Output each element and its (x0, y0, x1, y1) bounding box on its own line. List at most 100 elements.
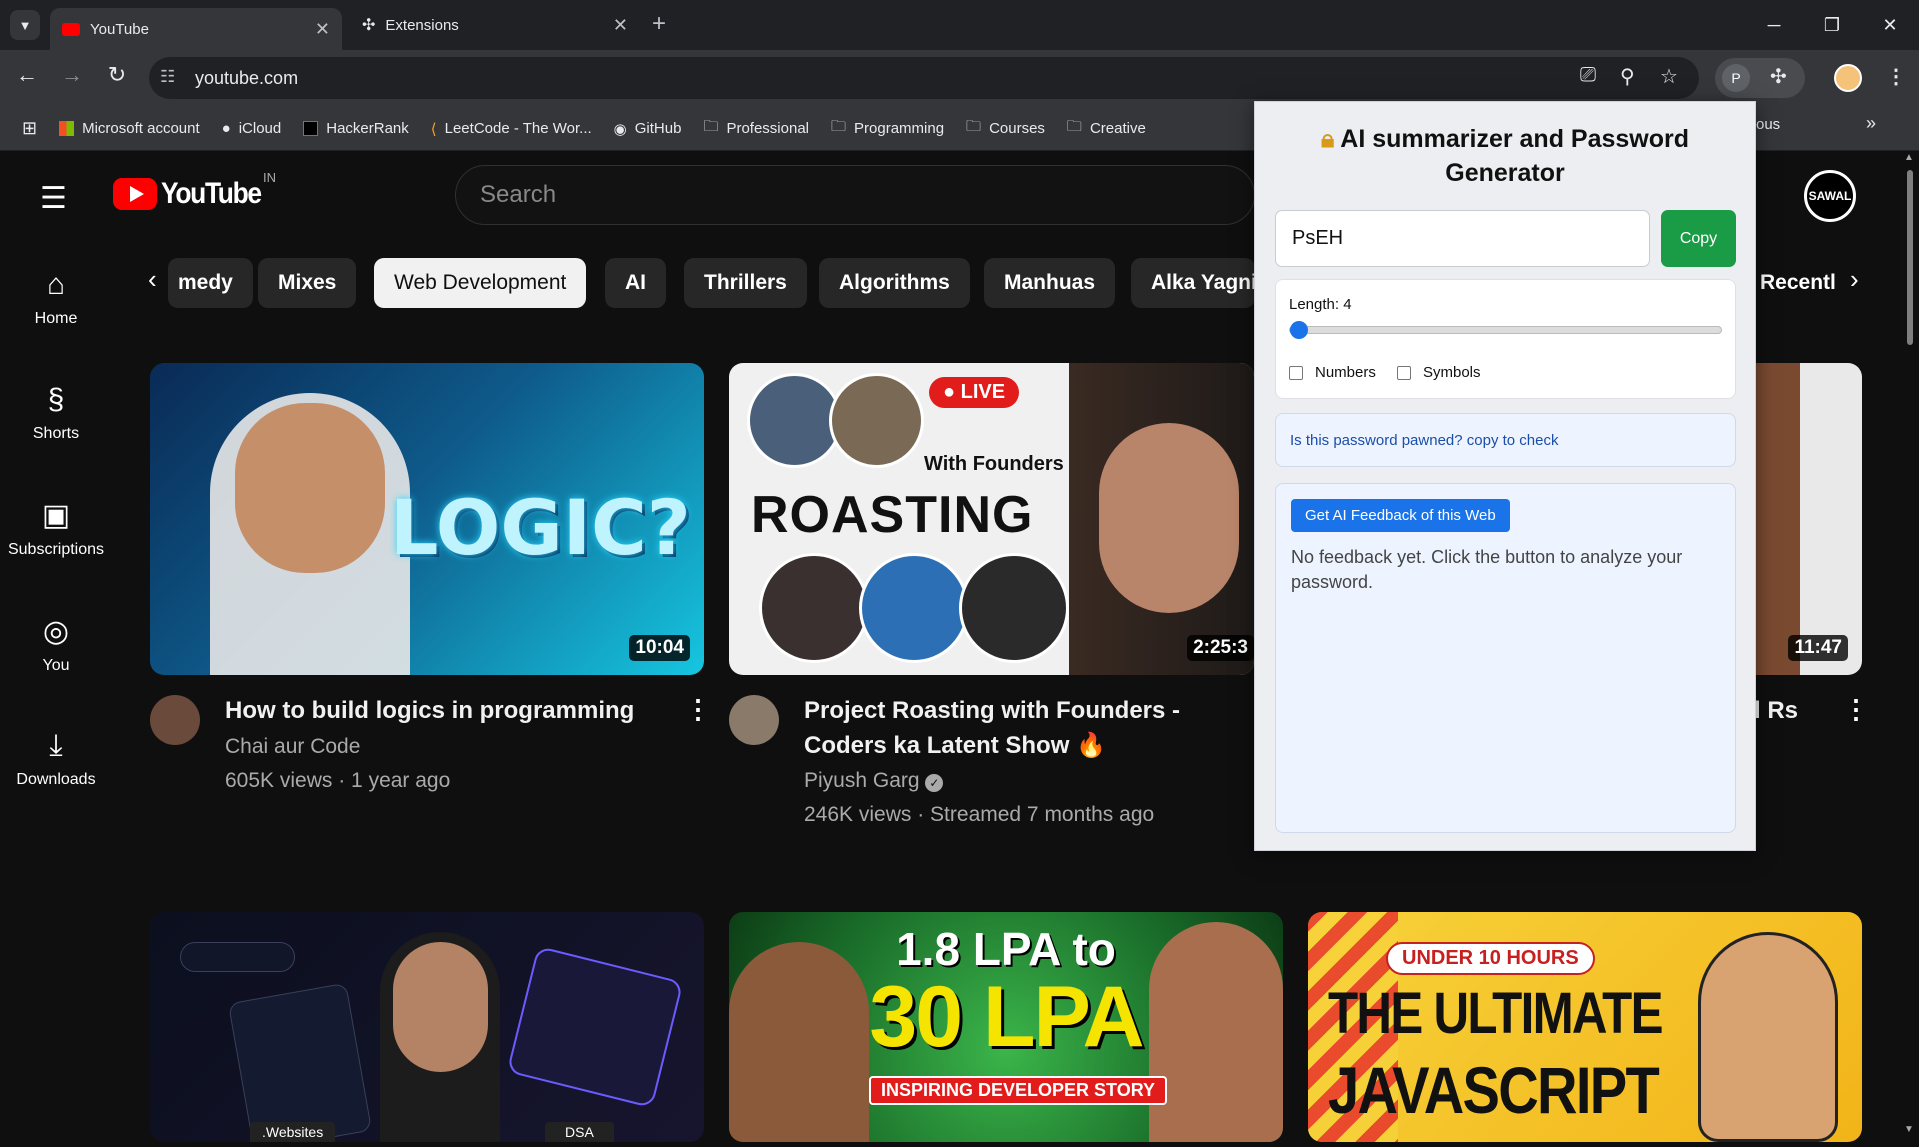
extension-button[interactable]: P (1722, 64, 1750, 92)
subscriptions-icon: ▣ (41, 499, 71, 532)
chip-algorithms[interactable]: Algorithms (819, 258, 970, 308)
sidebar-item-subscriptions[interactable]: ▣ Subscriptions (0, 498, 112, 559)
channel-avatar[interactable] (729, 695, 779, 745)
puzzle-icon: ✣ (362, 17, 376, 34)
bookmark-label: Courses (989, 120, 1045, 137)
chevron-right-icon[interactable]: › (1850, 264, 1859, 295)
bookmark-star-icon[interactable]: ☆ (1660, 64, 1678, 89)
youtube-icon (62, 22, 80, 36)
minimize-icon[interactable]: ─ (1745, 15, 1803, 36)
bookmark-leetcode[interactable]: ⟨ LeetCode - The Wor... (431, 120, 592, 138)
address-bar[interactable]: youtube.com (149, 57, 1699, 99)
back-icon[interactable]: ← (10, 62, 44, 88)
video-thumbnail[interactable]: UNDER 10 HOURS THE ULTIMATE JAVASCRIPT (1308, 912, 1862, 1142)
forward-icon[interactable]: → (55, 62, 89, 88)
participant-avatar (747, 373, 842, 468)
chip-thrillers[interactable]: Thrillers (684, 258, 807, 308)
checkbox-label: Numbers (1315, 364, 1376, 381)
symbols-checkbox[interactable]: Symbols (1397, 364, 1481, 381)
tab-youtube[interactable]: YouTube ✕ (50, 8, 342, 50)
founder-face (1099, 423, 1239, 613)
bookmark-professional[interactable]: 🗀 Professional (703, 116, 809, 141)
menu-dots-icon[interactable]: ⋮ (1886, 64, 1906, 89)
sidebar-item-downloads[interactable]: ⤓ Downloads (0, 729, 112, 789)
new-tab-button[interactable]: + (652, 10, 666, 38)
video-thumbnail[interactable]: LOGIC? 10:04 (150, 363, 704, 675)
sidebar-item-you[interactable]: ◎ You (0, 614, 112, 675)
sidebar-item-label: Downloads (16, 771, 96, 788)
profile-avatar[interactable] (1834, 64, 1862, 92)
password-field[interactable]: PsEH (1275, 210, 1650, 267)
region-code: IN (263, 170, 276, 185)
restore-icon[interactable]: ❐ (1803, 15, 1861, 36)
feedback-text: No feedback yet. Click the button to ana… (1291, 547, 1683, 592)
youtube-logo[interactable]: YouTube (113, 177, 274, 211)
scrollbar-thumb[interactable] (1907, 170, 1913, 345)
thumbnail-text: ROASTING (751, 486, 1034, 544)
ai-feedback-button[interactable]: Get AI Feedback of this Web (1291, 499, 1510, 532)
tab-extensions[interactable]: ✣ Extensions ✕ (350, 8, 640, 42)
sidebar-item-shorts[interactable]: § Shorts (0, 383, 112, 443)
chip-mixes[interactable]: Mixes (258, 258, 357, 308)
hamburger-menu-icon[interactable]: ☰ (40, 181, 67, 216)
chip-label: Recentl (1760, 271, 1836, 294)
video-title[interactable]: Project Roasting with Founders - (804, 693, 1180, 728)
zoom-icon[interactable]: ⚲ (1620, 64, 1635, 89)
sidebar-item-home[interactable]: ⌂ Home (0, 268, 112, 328)
window-controls: ─ ❐ ✕ (1745, 0, 1919, 50)
close-icon[interactable]: ✕ (613, 15, 628, 36)
bookmark-hackerrank[interactable]: HackerRank (303, 120, 409, 137)
tab-search-button[interactable]: ▼ (10, 10, 40, 40)
bookmark-programming[interactable]: 🗀 Programming (831, 116, 944, 141)
bookmark-courses[interactable]: 🗀 Courses (966, 116, 1045, 141)
install-app-icon[interactable]: ⎚ (1580, 64, 1596, 87)
video-duration: 10:04 (629, 635, 690, 661)
pawned-check-link[interactable]: Is this password pawned? copy to check (1275, 413, 1736, 467)
channel-avatar[interactable] (150, 695, 200, 745)
chip-recently[interactable]: Recentl (1760, 258, 1840, 308)
chevron-left-icon[interactable]: ‹ (148, 264, 157, 295)
video-title[interactable]: l Rs (1754, 693, 1798, 728)
video-meta: 605K views · 1 year ago (225, 769, 451, 792)
channel-name[interactable]: Chai aur Code (225, 730, 360, 764)
close-icon[interactable]: ✕ (315, 19, 330, 40)
chip-web-development[interactable]: Web Development (374, 258, 587, 308)
numbers-checkbox[interactable]: Numbers (1289, 364, 1376, 381)
bookmark-creative[interactable]: 🗀 Creative (1067, 116, 1146, 141)
scroll-down-icon[interactable]: ▼ (1904, 1124, 1914, 1135)
video-menu-icon[interactable]: ⋮ (1843, 694, 1869, 725)
copy-button[interactable]: Copy (1661, 210, 1736, 267)
reload-icon[interactable]: ↻ (100, 62, 134, 88)
chip-alka-yagnik[interactable]: Alka Yagni (1131, 258, 1255, 308)
checkbox-box[interactable] (1397, 365, 1411, 380)
puzzle-icon[interactable]: ✣ (1770, 64, 1787, 89)
slider-thumb[interactable] (1290, 321, 1308, 339)
thumbnail-subtext: With Founders (924, 453, 1064, 475)
account-avatar[interactable]: SAWAL (1804, 170, 1856, 222)
checkbox-box[interactable] (1289, 365, 1303, 380)
chip-ai[interactable]: AI (605, 258, 666, 308)
video-thumbnail[interactable]: .Websites DSA (150, 912, 704, 1142)
apps-icon[interactable]: ⊞ (22, 118, 37, 139)
length-slider[interactable] (1289, 321, 1722, 339)
site-info-icon[interactable]: ☷ (160, 67, 175, 87)
channel-name[interactable]: Piyush Garg ✓ (804, 764, 944, 798)
bookmark-github[interactable]: ◉ GitHub (614, 120, 682, 138)
chip-manhuas[interactable]: Manhuas (984, 258, 1116, 308)
scroll-up-icon[interactable]: ▲ (1904, 152, 1914, 163)
bookmark-overflow-label[interactable]: ous (1756, 116, 1780, 133)
thumbnail-cartoon (1698, 932, 1838, 1142)
bookmark-icloud[interactable]: ● iCloud (222, 120, 282, 137)
video-thumbnail[interactable]: ● LIVE With Founders ROASTING 2:25:3 (729, 363, 1254, 675)
close-window-icon[interactable]: ✕ (1861, 15, 1919, 36)
video-menu-icon[interactable]: ⋮ (685, 694, 711, 725)
video-thumbnail[interactable]: 1.8 LPA to 30 LPA INSPIRING DEVELOPER ST… (729, 912, 1283, 1142)
video-title[interactable]: Coders ka Latent Show 🔥 (804, 728, 1106, 763)
bookmarks-more-icon[interactable]: » (1866, 113, 1876, 134)
download-icon: ⤓ (49, 729, 63, 762)
bookmark-microsoft[interactable]: Microsoft account (59, 120, 200, 137)
video-title[interactable]: How to build logics in programming (225, 693, 634, 728)
search-input[interactable]: Search (455, 165, 1255, 225)
chip-comedy[interactable]: medy (168, 258, 253, 308)
url-text: youtube.com (195, 67, 299, 88)
